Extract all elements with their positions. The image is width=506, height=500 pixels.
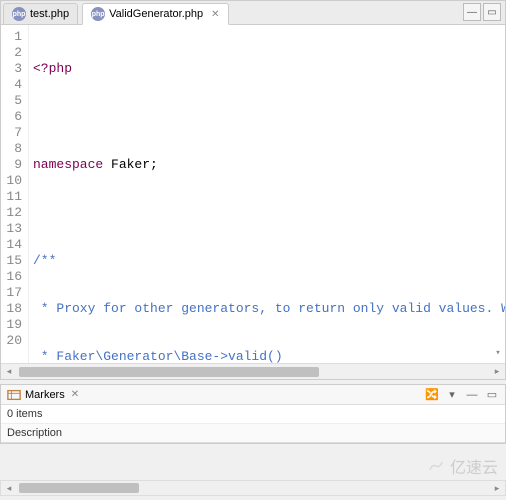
minimize-button[interactable]: — (463, 3, 481, 21)
bottom-horizontal-scrollbar[interactable]: ◂ ▸ (0, 480, 506, 496)
markers-toolbar: 🔀 ▾ — ▭ (423, 386, 501, 404)
tab-label: test.php (30, 8, 69, 20)
tab-label: ValidGenerator.php (109, 8, 203, 20)
maximize-button[interactable]: ▭ (483, 386, 501, 404)
editor-toolbar: — ▭ (463, 3, 501, 21)
editor-tab-bar: php test.php php ValidGenerator.php ✕ — … (1, 1, 505, 25)
scroll-right-icon[interactable]: ▸ (489, 365, 505, 379)
filter-button[interactable]: 🔀 (423, 386, 441, 404)
markers-content: 0 items Description (1, 405, 505, 443)
vertical-scrollbar[interactable]: ▾ (491, 25, 505, 363)
close-icon[interactable]: ✕ (71, 389, 79, 400)
scroll-track[interactable] (17, 483, 489, 493)
php-icon: php (91, 7, 105, 21)
markers-header: Markers ✕ 🔀 ▾ — ▭ (1, 385, 505, 405)
maximize-button[interactable]: ▭ (483, 3, 501, 21)
view-menu-button[interactable]: ▾ (443, 386, 461, 404)
scroll-down-icon[interactable]: ▾ (493, 343, 502, 363)
markers-status: 0 items (1, 405, 505, 424)
editor-container: php test.php php ValidGenerator.php ✕ — … (0, 0, 506, 380)
scroll-left-icon[interactable]: ◂ (1, 483, 17, 494)
markers-icon (7, 388, 21, 402)
markers-panel: Markers ✕ 🔀 ▾ — ▭ 0 items Description (0, 384, 506, 444)
scroll-left-icon[interactable]: ◂ (1, 365, 17, 379)
scroll-track[interactable] (17, 367, 489, 377)
line-number-gutter: 1 2 3 4 5 6 7 8 9 10 11 12 13 14 15 16 1… (1, 25, 29, 363)
minimize-button[interactable]: — (463, 386, 481, 404)
tab-validgenerator-php[interactable]: php ValidGenerator.php ✕ (82, 3, 228, 25)
scroll-right-icon[interactable]: ▸ (489, 483, 505, 494)
code-content[interactable]: <?php namespace Faker; /** * Proxy for o… (29, 25, 505, 363)
code-editor[interactable]: 1 2 3 4 5 6 7 8 9 10 11 12 13 14 15 16 1… (1, 25, 505, 363)
markers-title: Markers (25, 389, 65, 401)
markers-column-header[interactable]: Description (1, 424, 505, 443)
tab-test-php[interactable]: php test.php (3, 3, 78, 24)
close-icon[interactable]: ✕ (211, 9, 219, 20)
horizontal-scrollbar[interactable]: ◂ ▸ (1, 363, 505, 379)
scroll-thumb[interactable] (19, 483, 139, 493)
php-icon: php (12, 7, 26, 21)
scroll-thumb[interactable] (19, 367, 319, 377)
watermark: 亿速云 (426, 454, 498, 478)
